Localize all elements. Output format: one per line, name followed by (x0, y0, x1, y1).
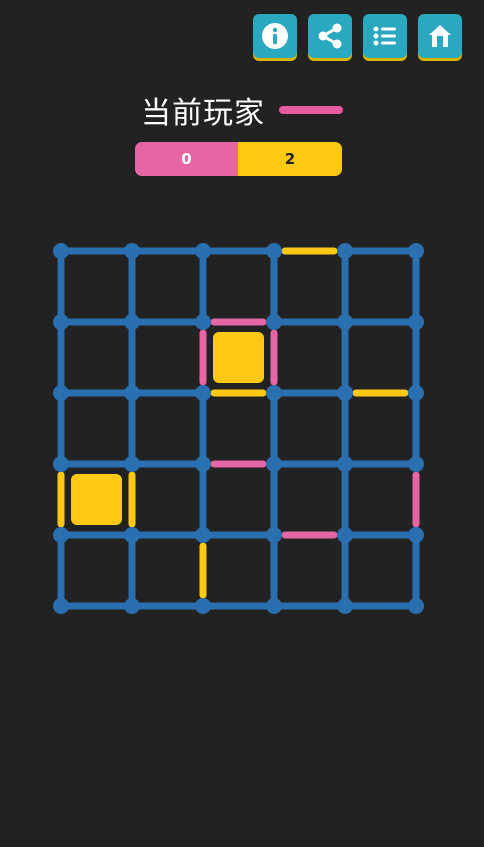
captured-box (213, 332, 264, 383)
grid-dot (266, 385, 282, 401)
grid-dot (195, 598, 211, 614)
grid-dot (124, 385, 140, 401)
game-board (53, 243, 424, 614)
grid-dot (195, 385, 211, 401)
grid-dot (195, 243, 211, 259)
grid-dot (124, 527, 140, 543)
grid-dot (266, 527, 282, 543)
grid-dot (53, 314, 69, 330)
grid-dot (408, 456, 424, 472)
grid-dot (337, 243, 353, 259)
grid-dot (408, 385, 424, 401)
grid-dot (53, 598, 69, 614)
grid-dot (337, 314, 353, 330)
grid-dot (53, 385, 69, 401)
captured-box (71, 474, 122, 525)
grid-dot (266, 243, 282, 259)
grid-dot (53, 456, 69, 472)
grid-dot (195, 314, 211, 330)
grid-dot (337, 385, 353, 401)
grid-dot (124, 456, 140, 472)
grid-dot (53, 527, 69, 543)
grid-dot (408, 243, 424, 259)
grid-dot (195, 527, 211, 543)
grid-dot (337, 527, 353, 543)
grid-dot (266, 456, 282, 472)
grid-dot (408, 314, 424, 330)
grid-dot (124, 314, 140, 330)
grid-dot (53, 243, 69, 259)
grid-dot (124, 598, 140, 614)
grid-dot (266, 314, 282, 330)
grid-dot (408, 598, 424, 614)
grid-dot (408, 527, 424, 543)
grid-dot (337, 598, 353, 614)
grid-dot (266, 598, 282, 614)
grid-dot (124, 243, 140, 259)
grid-dot (337, 456, 353, 472)
grid-dot (195, 456, 211, 472)
